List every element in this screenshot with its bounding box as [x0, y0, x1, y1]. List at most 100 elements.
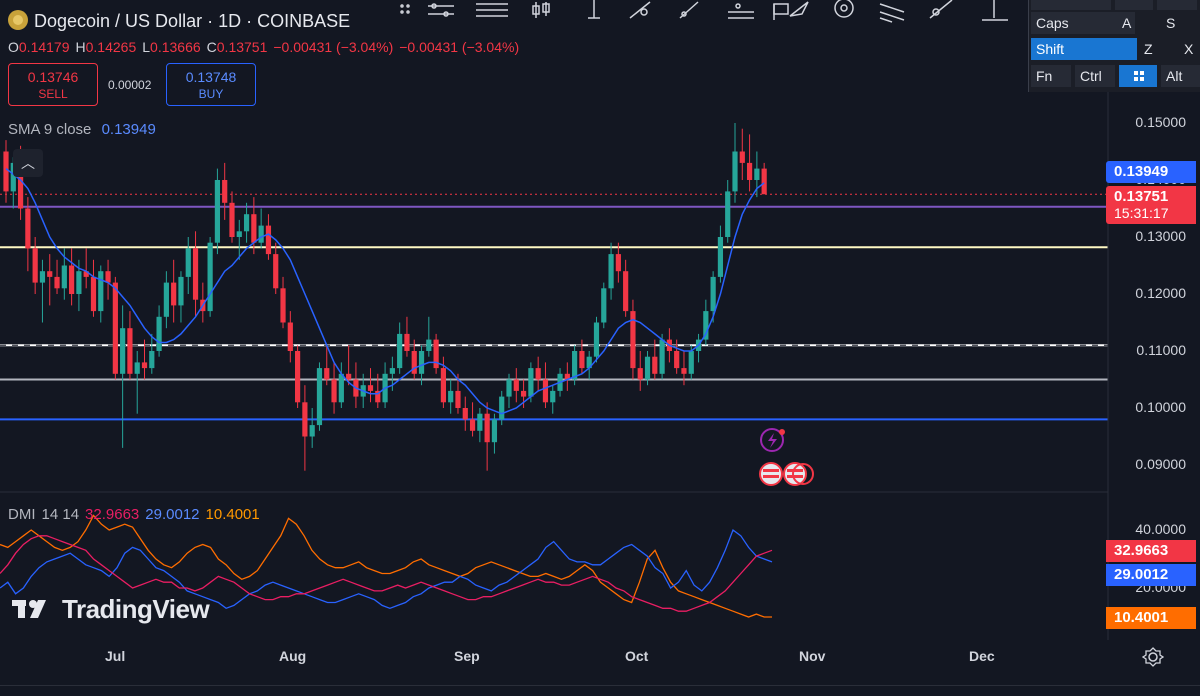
brush-icon[interactable]	[929, 0, 953, 19]
trend-line-icon[interactable]	[629, 1, 651, 19]
candle-body	[105, 271, 111, 283]
key-shift[interactable]: Shift	[1031, 38, 1137, 60]
dots-grid-icon[interactable]	[400, 4, 410, 14]
pen-arrow-icon[interactable]	[789, 1, 809, 17]
sma-label: SMA	[8, 121, 40, 138]
candle-body	[732, 151, 738, 192]
candle-body	[302, 402, 308, 437]
vertical-line-icon[interactable]	[588, 0, 600, 19]
dmi-minus-tag: 29.0012	[1106, 564, 1196, 586]
key-ctrl[interactable]: Ctrl	[1075, 65, 1115, 87]
flag-icon[interactable]	[773, 3, 789, 20]
event-markers	[759, 428, 814, 486]
candle-body	[739, 151, 745, 163]
candle-body	[652, 356, 658, 374]
candle-body	[761, 168, 767, 195]
candle-body	[295, 351, 301, 403]
candle-body	[520, 390, 527, 397]
dmi-legend[interactable]: DMI 14 14 32.9663 29.0012 10.4001	[8, 506, 260, 523]
sell-button[interactable]: 0.13746 SELL	[8, 63, 98, 106]
candle-body	[229, 202, 235, 237]
candle-body	[316, 368, 323, 426]
candle-body	[134, 362, 140, 374]
key-tab[interactable]	[1031, 0, 1111, 10]
symbol-title[interactable]: Dogecoin / US Dollar · 1D · COINBASE	[8, 10, 350, 32]
low-value: 0.13666	[150, 39, 201, 55]
price-tick-label: 0.13000	[1135, 228, 1186, 244]
price-tick-label: 0.15000	[1135, 114, 1186, 130]
candle-body	[69, 265, 75, 294]
key-s[interactable]: S	[1161, 12, 1199, 34]
candle-body	[346, 373, 352, 380]
key-w[interactable]	[1157, 0, 1197, 10]
candles-icon[interactable]	[532, 2, 550, 18]
candle-body	[331, 379, 337, 403]
open-label: O	[8, 39, 19, 55]
key-alt[interactable]: Alt	[1161, 65, 1200, 87]
key-q[interactable]	[1115, 0, 1153, 10]
candle-body	[623, 271, 629, 312]
buy-button[interactable]: 0.13748 BUY	[166, 63, 256, 106]
close-label: C	[206, 39, 217, 55]
buy-price: 0.13748	[185, 69, 237, 85]
candle-body	[448, 390, 454, 403]
fib-levels-icon[interactable]	[728, 3, 754, 19]
candle-body	[389, 368, 395, 374]
ray-line-icon[interactable]	[679, 1, 699, 19]
candle-body	[491, 419, 498, 443]
candle-body	[615, 254, 621, 272]
candle-body	[309, 425, 315, 437]
anchor-line-icon[interactable]	[982, 0, 1008, 21]
candle-body	[25, 208, 31, 249]
dmi-label: DMI	[8, 506, 36, 523]
candle-body	[120, 328, 126, 374]
candle-body	[579, 351, 585, 369]
notification-dot-icon	[779, 429, 785, 435]
key-x[interactable]: X	[1179, 38, 1200, 60]
date-tick-label: Nov	[799, 648, 826, 664]
candle-body	[156, 316, 162, 351]
candle-body	[149, 351, 155, 369]
price-tick-label: 0.12000	[1135, 285, 1186, 301]
us-flag-icon	[759, 462, 783, 486]
key-windows[interactable]	[1119, 65, 1157, 87]
candle-body	[542, 379, 549, 403]
parallel-lines-icon[interactable]	[476, 3, 508, 17]
candle-body	[185, 248, 191, 277]
key-fn[interactable]: Fn	[1031, 65, 1071, 87]
dogecoin-logo-icon	[8, 10, 28, 30]
tradingview-wordmark[interactable]: TradingView	[62, 594, 210, 625]
candle-body	[324, 368, 330, 380]
candle-body	[455, 390, 461, 408]
key-z[interactable]: Z	[1139, 38, 1175, 60]
horizontal-ray-icon[interactable]	[428, 3, 454, 17]
buy-label: BUY	[198, 87, 224, 101]
candle-body	[593, 322, 600, 357]
candle-body	[251, 214, 257, 243]
candle-body	[754, 168, 760, 180]
collapse-legend-button[interactable]: ︿	[13, 149, 43, 177]
candle-body	[397, 333, 403, 369]
candle-body	[61, 265, 67, 289]
date-tick-label: Oct	[625, 648, 649, 664]
date-tick-label: Aug	[279, 648, 307, 664]
settings-gear-icon[interactable]	[1142, 646, 1164, 668]
target-icon[interactable]	[834, 0, 854, 18]
candle-body	[506, 379, 512, 397]
candle-body	[192, 248, 199, 300]
tradingview-logo-icon	[12, 600, 46, 618]
sell-label: SELL	[38, 87, 68, 101]
candle-body	[608, 254, 614, 289]
candle-body	[710, 276, 716, 312]
candle-body	[280, 288, 286, 323]
sma-legend[interactable]: SMA 9 close 0.13949	[8, 121, 156, 138]
dmi-tick-label: 40.0000	[1135, 521, 1186, 537]
key-a[interactable]: A	[1117, 12, 1155, 34]
dmi-plus-value: 32.9663	[85, 506, 140, 523]
candle-body	[287, 322, 293, 351]
close-value: 0.13751	[216, 39, 268, 55]
candle-body	[265, 225, 272, 255]
diagonal-lines-icon[interactable]	[879, 3, 905, 23]
us-flag-icon-2	[783, 462, 807, 486]
lightning-icon	[768, 433, 777, 448]
